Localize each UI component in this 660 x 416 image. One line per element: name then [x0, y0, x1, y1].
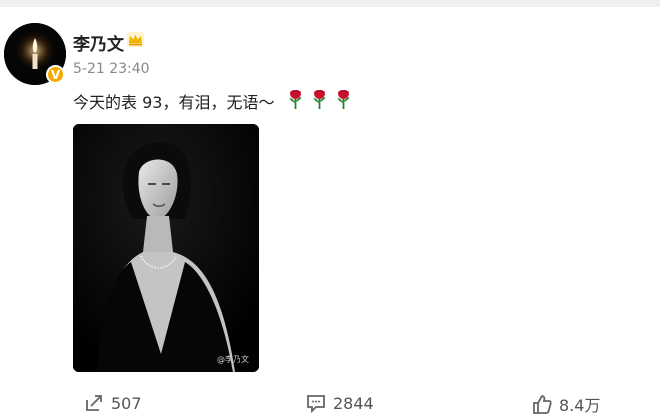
repost-icon: [86, 395, 102, 411]
rose-icon: [313, 90, 326, 109]
like-icon: [533, 395, 552, 414]
like-count: 8.4万: [559, 396, 601, 415]
comment-button[interactable]: 2844: [305, 392, 374, 414]
image-watermark: @李乃文: [217, 355, 249, 364]
post-time[interactable]: 5-21 23:40: [73, 61, 150, 77]
rose-emojis: [286, 88, 353, 110]
rose-icon: [289, 90, 302, 109]
verified-icon: V: [46, 65, 65, 84]
repost-count: 507: [111, 393, 142, 413]
portrait-image: [73, 124, 259, 372]
repost-button[interactable]: 507: [83, 392, 142, 414]
rose-icon: [337, 90, 350, 109]
top-bar: [0, 0, 660, 7]
like-button[interactable]: 8.4万: [531, 392, 600, 416]
crown-icon: [127, 32, 144, 47]
comment-icon: [307, 395, 325, 414]
post-photo[interactable]: @李乃文: [73, 124, 259, 372]
post-text: 今天的表 93，有泪，无语～: [73, 93, 275, 112]
author-name[interactable]: 李乃文: [73, 30, 124, 55]
comment-count: 2844: [333, 393, 374, 413]
